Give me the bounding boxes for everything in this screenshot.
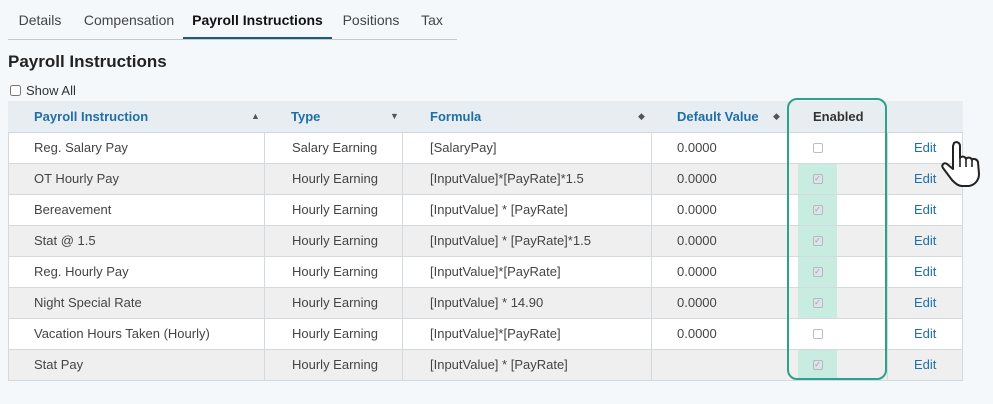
tab-positions[interactable]: Positions [334, 0, 408, 38]
enabled-cell: ✓ [798, 257, 837, 287]
payroll-instruction-cell: Night Special Rate [34, 295, 142, 310]
default-value-cell: 0.0000 [677, 140, 717, 155]
enabled-cell: ✓ [798, 350, 837, 380]
payroll-instruction-cell: Stat @ 1.5 [34, 233, 96, 248]
table-body: Reg. Salary Pay Salary Earning [SalaryPay]… [8, 133, 963, 381]
type-cell: Hourly Earning [292, 295, 378, 310]
type-cell: Hourly Earning [292, 233, 378, 248]
formula-cell: [InputValue]*[PayRate] [430, 264, 561, 279]
show-all-checkbox[interactable] [10, 85, 21, 96]
edit-link[interactable]: Edit [914, 350, 936, 380]
formula-cell: [InputValue]*[PayRate]*1.5 [430, 171, 584, 186]
table-row: Vacation Hours Taken (Hourly) Hourly Earn… [8, 319, 963, 350]
section-title: Payroll Instructions [8, 52, 167, 71]
default-value-cell: 0.0000 [677, 295, 717, 310]
edit-link[interactable]: Edit [914, 133, 936, 163]
column-header-payroll-instruction[interactable]: Payroll Instruction [34, 101, 148, 132]
enabled-cell: ✓ [798, 164, 837, 194]
table-row: OT Hourly Pay Hourly Earning [InputValue]*… [8, 164, 963, 195]
formula-cell: [InputValue] * [PayRate] [430, 202, 568, 217]
formula-cell: [SalaryPay] [430, 140, 497, 155]
type-cell: Hourly Earning [292, 357, 378, 372]
type-cell: Hourly Earning [292, 326, 378, 341]
edit-link[interactable]: Edit [914, 288, 936, 318]
payroll-instruction-cell: Reg. Salary Pay [34, 140, 128, 155]
enabled-checkbox[interactable] [812, 329, 823, 339]
tab-payroll-instructions[interactable]: Payroll Instructions [183, 0, 332, 39]
enabled-cell [798, 133, 837, 163]
type-cell: Hourly Earning [292, 264, 378, 279]
table-row: Bereavement Hourly Earning [InputValue] * … [8, 195, 963, 226]
edit-link[interactable]: Edit [914, 319, 936, 349]
column-header-default-value[interactable]: Default Value [677, 101, 759, 132]
sort-icon[interactable]: ▲ [251, 101, 260, 132]
edit-link[interactable]: Edit [914, 164, 936, 194]
table-row: Night Special Rate Hourly Earning [InputVa… [8, 288, 963, 319]
show-all-label: Show All [26, 83, 76, 98]
column-header-formula[interactable]: Formula [430, 101, 481, 132]
enabled-checkbox[interactable]: ✓ [812, 267, 823, 277]
edit-link[interactable]: Edit [914, 257, 936, 287]
payroll-instruction-cell: OT Hourly Pay [34, 171, 120, 186]
formula-cell: [InputValue] * 14.90 [430, 295, 544, 310]
payroll-instructions-table: Payroll Instruction ▲ Type ▼ Formula ◆ D… [8, 101, 963, 381]
default-value-cell: 0.0000 [677, 326, 717, 341]
default-value-cell: 0.0000 [677, 202, 717, 217]
tab-compensation[interactable]: Compensation [74, 0, 184, 38]
tab-tax[interactable]: Tax [411, 0, 453, 38]
payroll-instruction-cell: Stat Pay [34, 357, 84, 372]
payroll-instruction-cell: Reg. Hourly Pay [34, 264, 129, 279]
formula-cell: [InputValue] * [PayRate]*1.5 [430, 233, 591, 248]
table-header: Payroll Instruction ▲ Type ▼ Formula ◆ D… [8, 101, 963, 133]
tab-details[interactable]: Details [8, 0, 72, 38]
column-header-enabled[interactable]: Enabled [813, 101, 864, 132]
table-row: Reg. Hourly Pay Hourly Earning [InputValue… [8, 257, 963, 288]
column-header-type[interactable]: Type [291, 101, 320, 132]
type-cell: Salary Earning [292, 140, 378, 155]
enabled-cell: ✓ [798, 195, 837, 225]
edit-link[interactable]: Edit [914, 195, 936, 225]
dropdown-arrow-icon[interactable]: ▼ [390, 101, 399, 132]
default-value-cell: 0.0000 [677, 171, 717, 186]
formula-cell: [InputValue] * [PayRate] [430, 357, 568, 372]
hand-pointer-icon [941, 141, 980, 187]
default-value-cell: 0.0000 [677, 264, 717, 279]
table-row: Reg. Salary Pay Salary Earning [SalaryPay]… [8, 133, 963, 164]
sort-icon[interactable]: ◆ [773, 101, 780, 132]
enabled-checkbox[interactable]: ✓ [812, 174, 823, 184]
show-all-toggle[interactable]: Show All [10, 83, 76, 98]
sort-icon[interactable]: ◆ [638, 101, 645, 132]
enabled-cell [798, 319, 837, 349]
tab-bar: Details Compensation Payroll Instruction… [8, 0, 457, 40]
table-row: Stat Pay Hourly Earning [InputValue] * [Pa… [8, 350, 963, 381]
edit-link[interactable]: Edit [914, 226, 936, 256]
enabled-cell: ✓ [798, 288, 837, 318]
enabled-checkbox[interactable]: ✓ [812, 236, 823, 246]
enabled-checkbox[interactable]: ✓ [812, 298, 823, 308]
enabled-checkbox[interactable] [812, 143, 823, 153]
default-value-cell: 0.0000 [677, 233, 717, 248]
enabled-checkbox[interactable]: ✓ [812, 360, 823, 370]
table-row: Stat @ 1.5 Hourly Earning [InputValue] * [… [8, 226, 963, 257]
enabled-cell: ✓ [798, 226, 837, 256]
formula-cell: [InputValue]*[PayRate] [430, 326, 561, 341]
type-cell: Hourly Earning [292, 202, 378, 217]
enabled-checkbox[interactable]: ✓ [812, 205, 823, 215]
payroll-instruction-cell: Vacation Hours Taken (Hourly) [34, 326, 210, 341]
payroll-instruction-cell: Bereavement [34, 202, 112, 217]
type-cell: Hourly Earning [292, 171, 378, 186]
